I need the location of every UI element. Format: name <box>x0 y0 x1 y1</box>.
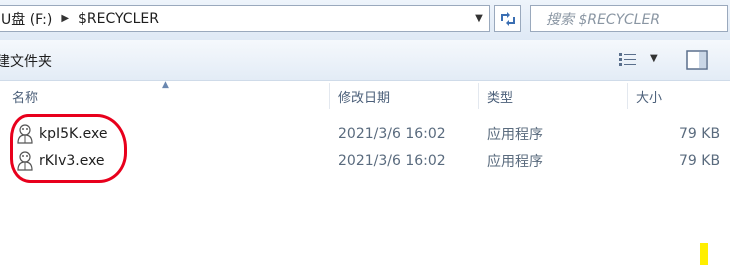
column-modified[interactable]: 修改日期 <box>338 81 390 111</box>
file-type: 应用程序 <box>487 153 543 170</box>
refresh-icon <box>500 11 515 26</box>
column-name[interactable]: 名称 <box>12 81 38 111</box>
column-divider[interactable] <box>478 83 479 109</box>
new-folder-button[interactable]: 建文件夹 <box>0 51 52 71</box>
chevron-down-icon[interactable]: ▼ <box>469 6 489 31</box>
breadcrumb-drive[interactable]: U盘 (F:) <box>0 9 52 29</box>
breadcrumb-folder[interactable]: $RECYCLER <box>78 11 159 27</box>
refresh-button[interactable] <box>494 5 521 32</box>
details-view-icon[interactable] <box>618 52 638 68</box>
file-modified: 2021/3/6 16:02 <box>338 125 446 142</box>
file-size: 79 KB <box>679 152 721 169</box>
preview-pane-icon[interactable] <box>686 50 708 70</box>
search-placeholder: 搜索 $RECYCLER <box>546 11 661 28</box>
chevron-right-icon[interactable]: ▶ <box>61 13 69 24</box>
file-size: 79 KB <box>679 125 721 142</box>
file-type: 应用程序 <box>487 126 543 143</box>
column-divider[interactable] <box>627 83 628 109</box>
column-header: 名称 修改日期 类型 大小 <box>0 81 730 111</box>
search-input[interactable]: 搜索 $RECYCLER <box>530 5 728 32</box>
views-dropdown-icon[interactable]: ▼ <box>650 53 658 64</box>
column-size[interactable]: 大小 <box>636 81 662 111</box>
command-toolbar: 建文件夹 ▼ <box>0 40 730 81</box>
red-highlight-annotation <box>10 114 127 183</box>
sort-ascending-icon: ▲ <box>162 80 169 90</box>
column-type[interactable]: 类型 <box>487 81 513 111</box>
navigation-bar: U盘 (F:) ▶ $RECYCLER ▼ 搜索 $RECYCLER <box>0 0 730 40</box>
file-modified: 2021/3/6 16:02 <box>338 152 446 169</box>
yellow-marker <box>700 243 708 265</box>
address-bar[interactable]: U盘 (F:) ▶ $RECYCLER ▼ <box>0 5 490 32</box>
column-divider[interactable] <box>329 83 330 109</box>
